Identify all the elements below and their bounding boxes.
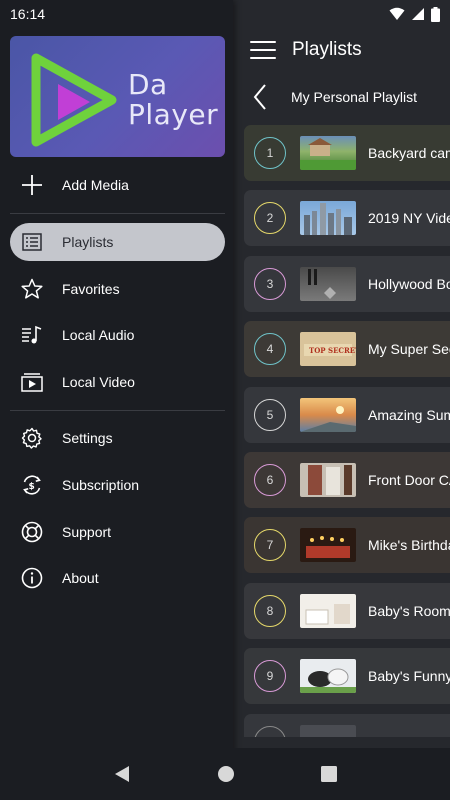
- video-thumbnail: [300, 528, 356, 562]
- hamburger-menu-icon[interactable]: [250, 41, 276, 59]
- app-name-line1: Da: [128, 68, 168, 101]
- drawer-item-label: Local Audio: [62, 327, 135, 343]
- app-name: Da Player: [128, 70, 218, 130]
- status-icons: [389, 6, 440, 22]
- battery-icon: [431, 6, 440, 22]
- video-thumbnail: [300, 659, 356, 693]
- playlist-row[interactable]: 7 Mike's Birthda: [244, 517, 450, 573]
- drawer-item-local-video[interactable]: Local Video: [10, 363, 225, 401]
- playlist-row[interactable]: 3 Hollywood Bo: [244, 256, 450, 312]
- thumbnail-caption: TOP SECRET: [309, 346, 356, 355]
- video-thumbnail: TOP SECRET: [300, 332, 356, 366]
- playlist-header: My Personal Playlist: [233, 80, 450, 114]
- status-bar: 16:14: [0, 0, 450, 28]
- playlist-row[interactable]: 4 TOP SECRET My Super Sec: [244, 321, 450, 377]
- divider: [10, 410, 225, 411]
- subscription-icon: $: [20, 473, 44, 497]
- row-title: Mike's Birthda: [368, 537, 450, 553]
- row-title: Amazing Sum: [368, 407, 450, 423]
- row-number: [254, 726, 286, 737]
- drawer-item-about[interactable]: About: [10, 559, 225, 597]
- drawer-item-label: Favorites: [62, 281, 120, 297]
- video-thumbnail: [300, 267, 356, 301]
- page-title: Playlists: [292, 39, 362, 60]
- playlist-icon: [20, 230, 44, 254]
- drawer-item-label: About: [62, 570, 99, 586]
- drawer-item-subscription[interactable]: $ Subscription: [10, 466, 225, 504]
- info-icon: [20, 566, 44, 590]
- drawer-item-favorites[interactable]: Favorites: [10, 270, 225, 308]
- gear-icon: [20, 426, 44, 450]
- plus-icon: [20, 173, 44, 197]
- drawer-item-label: Local Video: [62, 374, 135, 390]
- back-arrow-icon[interactable]: [253, 82, 271, 112]
- playlist-name: My Personal Playlist: [291, 89, 418, 105]
- video-list-icon: [20, 370, 44, 394]
- drawer-item-playlists[interactable]: Playlists: [10, 223, 225, 261]
- drawer-item-label: Subscription: [62, 477, 140, 493]
- video-thumbnail: [300, 398, 356, 432]
- row-number: 9: [254, 660, 286, 692]
- playlist-list: 1 Backyard cam 2 2019 NY Video 3 Hollywo…: [244, 125, 450, 737]
- row-number: 2: [254, 202, 286, 234]
- row-number: 6: [254, 464, 286, 496]
- video-thumbnail: [300, 201, 356, 235]
- playlist-row[interactable]: 1 Backyard cam: [244, 125, 450, 181]
- drawer-item-label: Playlists: [62, 234, 114, 250]
- row-title: Baby's Funny: [368, 668, 450, 684]
- status-time: 16:14: [10, 6, 46, 22]
- row-title: 2019 NY Video: [368, 210, 450, 226]
- lifebuoy-icon: [20, 520, 44, 544]
- drawer-item-add-media[interactable]: Add Media: [10, 166, 225, 204]
- subscription-glyph: $: [29, 482, 35, 492]
- row-number: 4: [254, 333, 286, 365]
- row-title: Baby's Room: [368, 603, 450, 619]
- row-title: Backyard cam: [368, 145, 450, 161]
- row-title: My Super Sec: [368, 341, 450, 357]
- row-number: 8: [254, 595, 286, 627]
- divider: [10, 213, 225, 214]
- playlist-row[interactable]: 9 Baby's Funny: [244, 648, 450, 704]
- playlist-row[interactable]: [244, 714, 450, 737]
- row-number: 7: [254, 529, 286, 561]
- nav-home-icon[interactable]: [217, 765, 235, 783]
- row-title: Hollywood Bo: [368, 276, 450, 292]
- main-panel: Playlists My Personal Playlist 1 Backyar…: [233, 0, 450, 800]
- top-app-bar: Playlists: [233, 30, 450, 70]
- wifi-icon: [389, 7, 405, 20]
- video-thumbnail: [300, 136, 356, 170]
- play-logo-icon: [31, 53, 117, 147]
- video-thumbnail: [300, 725, 356, 737]
- drawer-item-label: Add Media: [62, 177, 129, 193]
- star-icon: [20, 277, 44, 301]
- playlist-row[interactable]: 8 Baby's Room: [244, 583, 450, 639]
- drawer-item-label: Settings: [62, 430, 113, 446]
- system-navigation-bar: [0, 748, 450, 800]
- nav-recents-icon[interactable]: [321, 766, 337, 782]
- playlist-row[interactable]: 6 Front Door CA: [244, 452, 450, 508]
- audio-list-icon: [20, 323, 44, 347]
- playlist-row[interactable]: 2 2019 NY Video: [244, 190, 450, 246]
- row-title: Front Door CA: [368, 472, 450, 488]
- drawer-item-settings[interactable]: Settings: [10, 419, 225, 457]
- drawer-item-local-audio[interactable]: Local Audio: [10, 316, 225, 354]
- video-thumbnail: [300, 463, 356, 497]
- drawer-item-label: Support: [62, 524, 112, 540]
- row-number: 1: [254, 137, 286, 169]
- app-logo-card: Da Player: [10, 36, 225, 157]
- video-thumbnail: [300, 594, 356, 628]
- nav-back-icon[interactable]: [113, 765, 131, 783]
- row-number: 3: [254, 268, 286, 300]
- signal-icon: [412, 8, 424, 20]
- row-number: 5: [254, 399, 286, 431]
- playlist-row[interactable]: 5 Amazing Sum: [244, 387, 450, 443]
- navigation-drawer: Da Player Add Media Playlists Favorites …: [0, 0, 233, 800]
- app-name-line2: Player: [128, 98, 219, 131]
- drawer-item-support[interactable]: Support: [10, 513, 225, 551]
